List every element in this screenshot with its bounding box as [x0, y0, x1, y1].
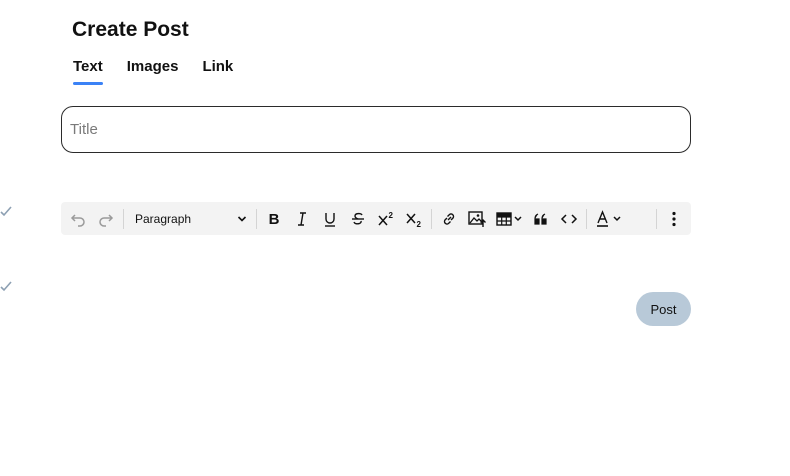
- toolbar-divider: [123, 208, 124, 229]
- insert-image-button[interactable]: [463, 205, 491, 233]
- italic-icon: [298, 211, 306, 226]
- link-button[interactable]: [435, 205, 463, 233]
- title-input[interactable]: [61, 106, 691, 153]
- insert-image-icon: [468, 210, 486, 227]
- toolbar-divider: [256, 208, 257, 229]
- post-button[interactable]: Post: [636, 292, 691, 326]
- redo-icon: [99, 213, 114, 227]
- strikethrough-button[interactable]: [344, 205, 372, 233]
- bold-icon: B: [269, 211, 280, 228]
- check-icon: [0, 206, 12, 217]
- toolbar-divider: [431, 208, 432, 229]
- svg-text:B: B: [269, 211, 280, 228]
- chevron-down-icon: [237, 215, 247, 222]
- subscript-icon: 2: [406, 213, 422, 228]
- toolbar-divider: [586, 208, 587, 229]
- table-icon: [496, 211, 522, 226]
- quote-button[interactable]: [527, 205, 555, 233]
- table-button[interactable]: [491, 205, 527, 233]
- text-color-button[interactable]: [590, 205, 630, 233]
- tab-images[interactable]: Images: [127, 58, 179, 85]
- more-options-icon: [672, 211, 676, 226]
- subscript-button[interactable]: 2: [400, 205, 428, 233]
- superscript-icon: 2: [378, 211, 394, 225]
- bold-button[interactable]: B: [260, 205, 288, 233]
- tab-link[interactable]: Link: [202, 58, 233, 85]
- text-color-icon: [597, 209, 621, 227]
- svg-text:2: 2: [417, 220, 422, 228]
- undo-button[interactable]: [64, 205, 92, 233]
- page-title: Create Post: [72, 18, 189, 41]
- underline-icon: [325, 212, 335, 227]
- toolbar-divider: [656, 208, 657, 229]
- strikethrough-icon: [352, 212, 364, 224]
- redo-button[interactable]: [92, 205, 120, 233]
- post-type-tabs: Text Images Link: [73, 58, 233, 85]
- quote-icon: [534, 212, 547, 225]
- block-type-select[interactable]: Paragraph: [127, 205, 253, 233]
- underline-button[interactable]: [316, 205, 344, 233]
- block-type-label: Paragraph: [135, 211, 192, 226]
- code-button[interactable]: [555, 205, 583, 233]
- tab-text[interactable]: Text: [73, 58, 103, 85]
- superscript-button[interactable]: 2: [372, 205, 400, 233]
- svg-text:2: 2: [389, 211, 394, 220]
- link-icon: [443, 212, 455, 225]
- editor-toolbar: Paragraph B 2 2: [61, 202, 691, 235]
- italic-button[interactable]: [288, 205, 316, 233]
- code-icon: [560, 213, 578, 224]
- undo-icon: [70, 213, 85, 227]
- check-icon: [0, 281, 12, 292]
- more-options-button[interactable]: [660, 205, 688, 233]
